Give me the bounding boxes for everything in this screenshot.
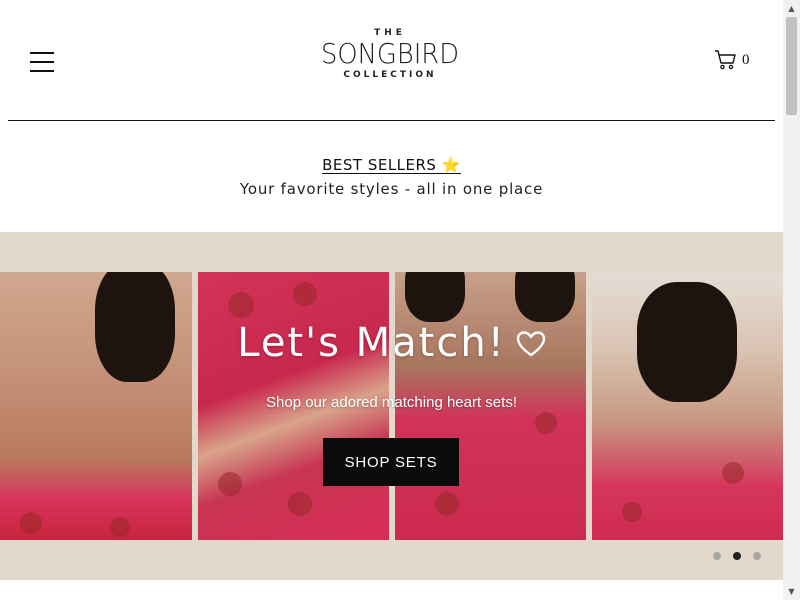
header-divider (8, 120, 775, 121)
logo-main-text: SONGBIRD (320, 37, 460, 70)
scroll-down-icon[interactable]: ▼ (783, 583, 800, 600)
hero-subtitle: Shop our adored matching heart sets! (266, 394, 517, 411)
cart-button[interactable]: 0 (714, 48, 750, 72)
scrollbar-thumb[interactable] (786, 17, 797, 115)
hero-title: Let's Match! (0, 320, 783, 368)
hero-title-text: Let's Match! (237, 320, 506, 366)
slide-dot-2[interactable] (733, 552, 741, 560)
shop-sets-button[interactable]: SHOP SETS (323, 438, 459, 486)
slide-dot-3[interactable] (753, 552, 761, 560)
hero-slideshow: Let's Match! Shop our adored matching he… (0, 232, 783, 580)
heart-outline-icon (516, 322, 546, 368)
cart-icon (715, 50, 736, 70)
best-sellers-link[interactable]: BEST SELLERS ⭐ (322, 156, 461, 174)
scroll-up-icon[interactable]: ▲ (783, 0, 800, 17)
slide-dot-1[interactable] (713, 552, 721, 560)
best-sellers-subtitle: Your favorite styles - all in one place (239, 180, 544, 198)
cart-count: 0 (742, 51, 750, 68)
page-scrollbar[interactable]: ▲ ▼ (783, 0, 800, 600)
hamburger-icon[interactable] (30, 52, 54, 72)
slide-indicators (713, 552, 761, 560)
best-sellers-row: BEST SELLERS ⭐ (0, 155, 783, 174)
logo-bottom-text: COLLECTION (343, 70, 437, 80)
site-header: THE SONGBIRD COLLECTION 0 (0, 0, 783, 122)
site-logo[interactable]: THE SONGBIRD COLLECTION (300, 28, 480, 80)
